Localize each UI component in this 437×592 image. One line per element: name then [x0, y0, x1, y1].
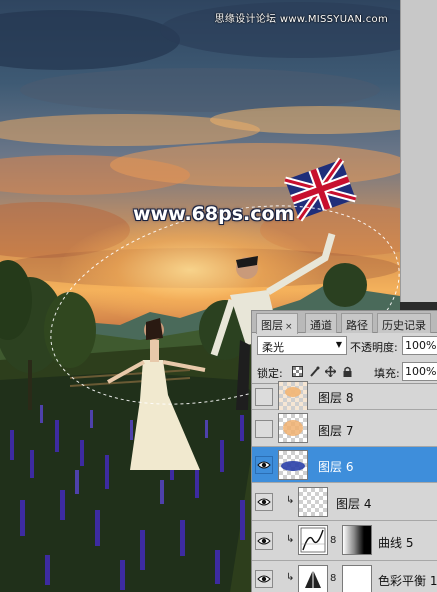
lock-label: 锁定: [257, 367, 283, 380]
lock-pixels-icon[interactable] [309, 366, 320, 377]
panel-tabs: 图层 × 通道 路径 历史记录 [252, 311, 437, 334]
layer-mask-thumbnail[interactable] [342, 525, 372, 555]
layers-panel: 图层 × 通道 路径 历史记录 柔光 ▼ 不透明度: 100% 锁定: 填充: 1… [251, 310, 437, 592]
layer-row[interactable]: 图层 8 [252, 381, 437, 411]
chevron-down-icon: ▼ [335, 340, 342, 349]
eye-icon [257, 461, 271, 469]
tab-label: 路径 [346, 319, 368, 332]
layer-mask-thumbnail[interactable] [342, 565, 372, 592]
layer-row[interactable]: 图层 7 [252, 410, 437, 447]
eye-icon [257, 575, 271, 583]
layer-name: 图层 8 [318, 391, 354, 405]
opacity-input[interactable]: 100% [402, 336, 437, 355]
tab-paths[interactable]: 路径 [341, 313, 373, 333]
fill-input[interactable]: 100% [402, 362, 437, 381]
tab-label: 历史记录 [382, 319, 426, 332]
clipping-arrow-icon: ↳ [286, 572, 295, 583]
tab-layers[interactable]: 图层 × [256, 313, 298, 334]
blend-mode-select[interactable]: 柔光 ▼ [257, 336, 347, 355]
color-balance-icon [298, 565, 328, 592]
lock-transparent-icon[interactable] [292, 366, 303, 377]
layer-thumbnail [278, 413, 308, 443]
layer-thumbnail [278, 381, 308, 411]
visibility-toggle[interactable] [255, 420, 273, 438]
visibility-toggle[interactable] [255, 532, 273, 550]
clipping-arrow-icon: ↳ [286, 495, 295, 506]
visibility-toggle[interactable] [255, 388, 273, 406]
lock-position-icon[interactable] [325, 366, 336, 377]
tab-label: 图层 [261, 319, 283, 332]
layer-thumbnail [278, 450, 308, 480]
blend-mode-value: 柔光 [262, 341, 284, 354]
visibility-toggle[interactable] [255, 493, 273, 511]
eye-icon [257, 498, 271, 506]
layer-name: 图层 6 [318, 460, 354, 474]
blend-row: 柔光 ▼ 不透明度: 100% [252, 334, 437, 358]
visibility-toggle[interactable] [255, 570, 273, 588]
tab-label: 通道 [310, 319, 332, 332]
layer-name: 图层 4 [336, 497, 372, 511]
layer-row-selected[interactable]: 图层 6 [252, 447, 437, 483]
layer-name: 图层 7 [318, 424, 354, 438]
close-icon[interactable]: × [285, 322, 293, 332]
link-icon[interactable]: 8 [330, 535, 336, 546]
lock-all-icon[interactable] [342, 366, 353, 377]
visibility-toggle[interactable] [255, 456, 273, 474]
opacity-label: 不透明度: [350, 341, 398, 354]
clipping-arrow-icon: ↳ [286, 534, 295, 545]
curves-icon [298, 525, 328, 555]
tab-history[interactable]: 历史记录 [377, 313, 431, 333]
watermark-top: 思缘设计论坛 www.MISSYUAN.com [214, 14, 388, 25]
layer-row[interactable]: ↳ 图层 4 [252, 483, 437, 521]
tab-channels[interactable]: 通道 [305, 313, 337, 333]
layer-name: 曲线 5 [378, 536, 414, 550]
layer-row[interactable]: ↳ 8 色彩平衡 1 [252, 561, 437, 592]
layer-name: 色彩平衡 1 [378, 574, 437, 588]
layer-row[interactable]: ↳ 8 曲线 5 [252, 521, 437, 561]
eye-icon [257, 537, 271, 545]
fill-label: 填充: [374, 367, 400, 380]
workspace-background [400, 0, 437, 302]
layer-thumbnail [298, 487, 328, 517]
link-icon[interactable]: 8 [330, 573, 336, 584]
watermark-center: www.68ps.com [133, 203, 295, 225]
